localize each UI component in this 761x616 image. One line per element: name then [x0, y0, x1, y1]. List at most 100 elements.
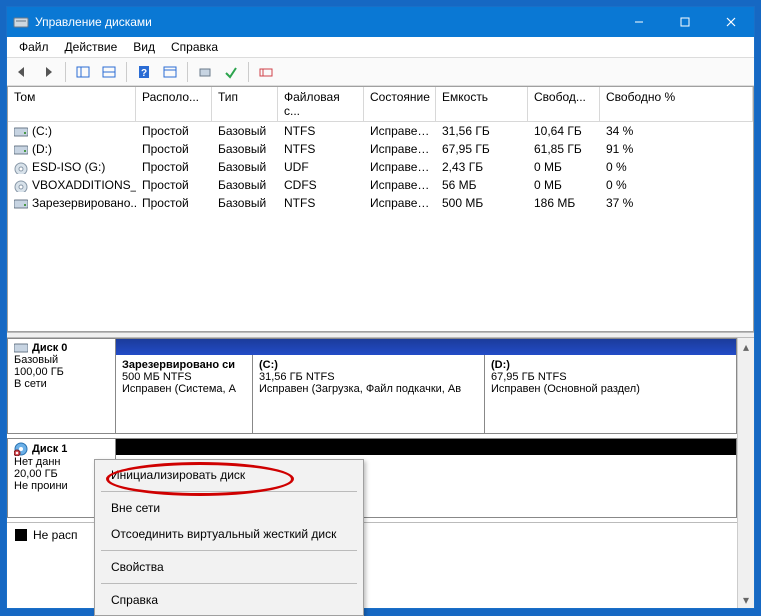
menu-file[interactable]: Файл	[11, 38, 57, 56]
vol-name: VBOXADDITIONS_...	[32, 178, 136, 192]
disk-row-0: Диск 0 Базовый 100,00 ГБ В сети Зарезерв…	[7, 338, 737, 434]
part-info: 67,95 ГБ NTFS	[491, 371, 722, 383]
toolbar-button-c[interactable]	[255, 61, 277, 83]
col-layout[interactable]: Располо...	[136, 87, 212, 122]
col-pct[interactable]: Свободно %	[600, 87, 753, 122]
scroll-down-icon[interactable]: ▾	[738, 591, 754, 608]
ctx-help[interactable]: Справка	[97, 587, 361, 613]
ctx-initialize-disk[interactable]: Инициализировать диск	[97, 462, 361, 488]
vol-name: ESD-ISO (G:)	[32, 160, 105, 174]
partition[interactable]: (C:)31,56 ГБ NTFSИсправен (Загрузка, Фай…	[252, 355, 484, 433]
window-title: Управление дисками	[35, 15, 616, 29]
col-capacity[interactable]: Емкость	[436, 87, 528, 122]
vol-free: 0 МБ	[528, 178, 600, 192]
cd-icon	[14, 180, 28, 190]
titlebar: Управление дисками	[7, 7, 754, 37]
col-free[interactable]: Свобод...	[528, 87, 600, 122]
toolbar-button-detail[interactable]	[159, 61, 181, 83]
vol-capacity: 500 МБ	[436, 196, 528, 210]
col-status[interactable]: Состояние	[364, 87, 436, 122]
toolbar-button-b[interactable]	[220, 61, 242, 83]
vol-free: 61,85 ГБ	[528, 142, 600, 156]
vol-layout: Простой	[136, 142, 212, 156]
drive-icon	[14, 126, 28, 136]
vol-layout: Простой	[136, 160, 212, 174]
vol-fs: UDF	[278, 160, 364, 174]
table-row[interactable]: (C:)ПростойБазовыйNTFSИсправен...31,56 Г…	[8, 122, 753, 140]
vol-capacity: 2,43 ГБ	[436, 160, 528, 174]
table-row[interactable]: VBOXADDITIONS_...ПростойБазовыйCDFSИспра…	[8, 176, 753, 194]
disk-uninit-icon	[14, 442, 28, 456]
vol-pct: 37 %	[600, 196, 753, 210]
back-button[interactable]	[11, 61, 33, 83]
vol-pct: 91 %	[600, 142, 753, 156]
toolbar: ?	[7, 58, 754, 86]
disk1-stripe	[116, 439, 736, 455]
vol-type: Базовый	[212, 124, 278, 138]
vol-name: Зарезервировано...	[32, 196, 136, 210]
vol-type: Базовый	[212, 178, 278, 192]
table-header: Том Располо... Тип Файловая с... Состоян…	[8, 87, 753, 122]
ctx-properties[interactable]: Свойства	[97, 554, 361, 580]
part-title: (D:)	[491, 359, 722, 371]
vol-layout: Простой	[136, 196, 212, 210]
app-icon	[13, 14, 29, 30]
part-title: (C:)	[259, 359, 478, 371]
partition[interactable]: (D:)67,95 ГБ NTFSИсправен (Основной разд…	[484, 355, 728, 433]
table-row[interactable]: (D:)ПростойБазовыйNTFSИсправен...67,95 Г…	[8, 140, 753, 158]
vol-capacity: 67,95 ГБ	[436, 142, 528, 156]
legend-unallocated-box	[15, 529, 27, 541]
vol-type: Базовый	[212, 160, 278, 174]
vol-status: Исправен...	[364, 142, 436, 156]
disk0-type: Базовый	[14, 354, 109, 366]
svg-text:?: ?	[141, 68, 147, 79]
vol-pct: 0 %	[600, 178, 753, 192]
vol-status: Исправен...	[364, 196, 436, 210]
disk1-name: Диск 1	[32, 443, 67, 455]
vol-layout: Простой	[136, 124, 212, 138]
part-info: 31,56 ГБ NTFS	[259, 371, 478, 383]
cd-icon	[14, 162, 28, 172]
col-type[interactable]: Тип	[212, 87, 278, 122]
table-row[interactable]: ESD-ISO (G:) ПростойБазовыйUDFИсправен...…	[8, 158, 753, 176]
table-body: (C:)ПростойБазовыйNTFSИсправен...31,56 Г…	[8, 122, 753, 331]
maximize-button[interactable]	[662, 7, 708, 37]
drive-icon	[14, 144, 28, 154]
ctx-detach-vhd[interactable]: Отсоединить виртуальный жесткий диск	[97, 521, 361, 547]
scroll-up-icon[interactable]: ▴	[738, 338, 754, 355]
part-status: Исправен (Основной раздел)	[491, 383, 722, 395]
vol-fs: NTFS	[278, 196, 364, 210]
disk0-header[interactable]: Диск 0 Базовый 100,00 ГБ В сети	[8, 339, 116, 433]
col-fs[interactable]: Файловая с...	[278, 87, 364, 122]
show-hide-console-tree-button[interactable]	[72, 61, 94, 83]
legend-unallocated-label: Не расп	[33, 528, 78, 542]
vol-fs: NTFS	[278, 142, 364, 156]
menu-help[interactable]: Справка	[163, 38, 226, 56]
vol-status: Исправен...	[364, 160, 436, 174]
ctx-offline[interactable]: Вне сети	[97, 495, 361, 521]
volume-table: Том Располо... Тип Файловая с... Состоян…	[7, 86, 754, 332]
vol-pct: 0 %	[600, 160, 753, 174]
vol-name: (D:)	[32, 142, 52, 156]
vol-capacity: 56 МБ	[436, 178, 528, 192]
col-volume[interactable]: Том	[8, 87, 136, 122]
menu-action[interactable]: Действие	[57, 38, 126, 56]
vol-free: 10,64 ГБ	[528, 124, 600, 138]
disk0-size: 100,00 ГБ	[14, 366, 109, 378]
disk0-name: Диск 0	[32, 342, 67, 354]
forward-button[interactable]	[37, 61, 59, 83]
menu-view[interactable]: Вид	[125, 38, 163, 56]
vol-name: (C:)	[32, 124, 52, 138]
close-button[interactable]	[708, 7, 754, 37]
scrollbar[interactable]: ▴ ▾	[737, 338, 754, 608]
drive-icon	[14, 198, 28, 208]
toolbar-button-a[interactable]	[194, 61, 216, 83]
scroll-track[interactable]	[738, 355, 754, 591]
partition[interactable]: Зарезервировано си500 МБ NTFSИсправен (С…	[116, 355, 252, 433]
toolbar-button-view[interactable]	[98, 61, 120, 83]
table-row[interactable]: Зарезервировано...ПростойБазовыйNTFSИспр…	[8, 194, 753, 212]
help-button[interactable]: ?	[133, 61, 155, 83]
part-info: 500 МБ NTFS	[122, 371, 246, 383]
minimize-button[interactable]	[616, 7, 662, 37]
disk0-status: В сети	[14, 378, 109, 390]
